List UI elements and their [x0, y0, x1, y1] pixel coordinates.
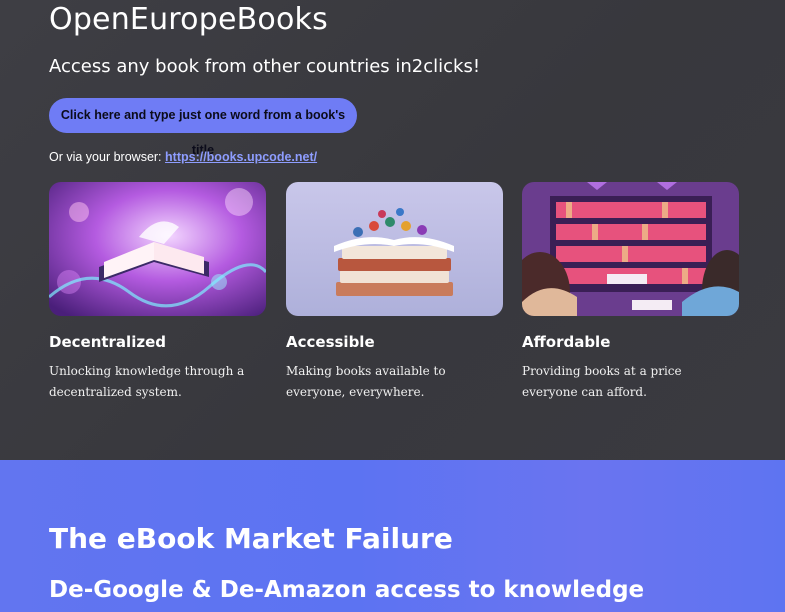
feature-title: Affordable	[522, 333, 611, 351]
feature-title: Accessible	[286, 333, 375, 351]
feature-description: Unlocking knowledge through a decentrali…	[49, 364, 245, 399]
feature-title: Decentralized	[49, 333, 166, 351]
market-subtitle: De-Google & De-Amazon access to knowledg…	[49, 577, 645, 603]
hero-section: OpenEuropeBooks Access any book from oth…	[0, 0, 785, 460]
browser-link[interactable]: https://books.upcode.net/	[165, 150, 317, 164]
site-title: OpenEuropeBooks	[49, 2, 328, 37]
hero-tagline: Access any book from other countries in2…	[49, 56, 481, 77]
feature-description: Providing books at a price everyone can …	[522, 364, 682, 399]
search-cta-button[interactable]: Click here and type just one word from a…	[49, 98, 357, 157]
accessible-image	[286, 182, 503, 316]
feature-card-affordable: Affordable Providing books at a price ev…	[522, 182, 740, 403]
market-title: The eBook Market Failure	[49, 522, 453, 555]
browser-access-label: Or via your browser:	[49, 150, 166, 164]
decentralized-image	[49, 182, 266, 316]
browser-access-line: Or via your browser: https://books.upcod…	[49, 150, 317, 164]
feature-description: Making books available to everyone, ever…	[286, 364, 446, 399]
feature-card-accessible: Accessible Making books available to eve…	[286, 182, 504, 403]
affordable-image	[522, 182, 739, 316]
feature-card-decentralized: Decentralized Unlocking knowledge throug…	[49, 182, 267, 403]
market-failure-section: The eBook Market Failure De-Google & De-…	[0, 460, 785, 612]
